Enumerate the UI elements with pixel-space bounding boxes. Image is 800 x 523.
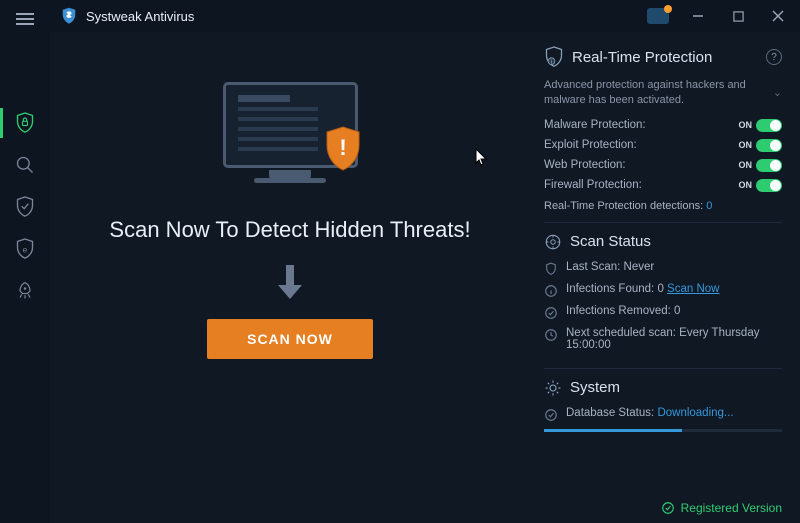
maximize-icon: [733, 11, 744, 22]
sidebar-item-scan[interactable]: [0, 144, 50, 186]
search-icon: [15, 155, 35, 175]
realtime-subtext: Advanced protection against hackers and …: [544, 78, 767, 109]
sidebar-item-boost[interactable]: [0, 270, 50, 312]
protection-toggle-3[interactable]: ON: [739, 179, 783, 192]
minimize-button[interactable]: [684, 4, 712, 28]
shield-check-icon: [15, 196, 35, 218]
shield-lock-icon: [15, 112, 35, 134]
check-circle-icon: [544, 306, 558, 320]
check-circle-icon: [661, 501, 675, 515]
shield-small-icon: [544, 262, 558, 276]
protection-toggle-0[interactable]: ON: [739, 119, 783, 132]
system-title: System: [570, 379, 620, 396]
maximize-button[interactable]: [724, 4, 752, 28]
close-icon: [772, 10, 784, 22]
svg-text:!: !: [339, 135, 346, 160]
system-gear-icon: [544, 379, 562, 397]
sidebar-item-shield[interactable]: [0, 186, 50, 228]
close-button[interactable]: [764, 4, 792, 28]
check-circle-icon: [544, 408, 558, 422]
scan-heading: Scan Now To Detect Hidden Threats!: [109, 215, 470, 245]
shield-info-icon: i: [544, 46, 564, 68]
info-icon: [544, 284, 558, 298]
protection-toggle-2[interactable]: ON: [739, 159, 783, 172]
monitor-illustration: !: [215, 82, 365, 187]
scan-now-button[interactable]: SCAN NOW: [207, 319, 373, 359]
protection-toggle-1[interactable]: ON: [739, 139, 783, 152]
svg-text:i: i: [551, 60, 552, 66]
protection-label: Web Protection:: [544, 159, 739, 171]
clock-icon: [544, 328, 558, 342]
upgrade-button[interactable]: [644, 4, 672, 28]
app-title: Systweak Antivirus: [86, 9, 644, 24]
sidebar-item-extensions[interactable]: e: [0, 228, 50, 270]
help-button[interactable]: ?: [766, 49, 782, 65]
scan-gear-icon: [544, 233, 562, 251]
rocket-icon: [15, 281, 35, 301]
menu-hamburger[interactable]: [0, 6, 50, 32]
detections-label: Real-Time Protection detections:: [544, 200, 703, 212]
download-progress: [544, 429, 782, 432]
app-logo-icon: [60, 7, 78, 25]
upgrade-badge-icon: [647, 8, 669, 24]
db-status-value: Downloading...: [657, 407, 733, 419]
shield-e-icon: e: [15, 238, 35, 260]
warning-shield-icon: !: [323, 125, 363, 173]
scan-status-title: Scan Status: [570, 233, 651, 250]
registered-badge: Registered Version: [661, 501, 782, 515]
protection-label: Exploit Protection:: [544, 139, 739, 151]
protection-label: Firewall Protection:: [544, 179, 739, 191]
svg-text:e: e: [23, 244, 28, 254]
protection-label: Malware Protection:: [544, 119, 739, 131]
realtime-title: Real-Time Protection: [572, 49, 712, 66]
minimize-icon: [692, 10, 704, 22]
sidebar-item-protection[interactable]: [0, 102, 50, 144]
down-arrow-icon: [274, 263, 306, 301]
scan-now-link[interactable]: Scan Now: [667, 283, 719, 295]
detections-count: 0: [706, 200, 712, 212]
expand-subtext[interactable]: ⌄: [773, 86, 782, 101]
